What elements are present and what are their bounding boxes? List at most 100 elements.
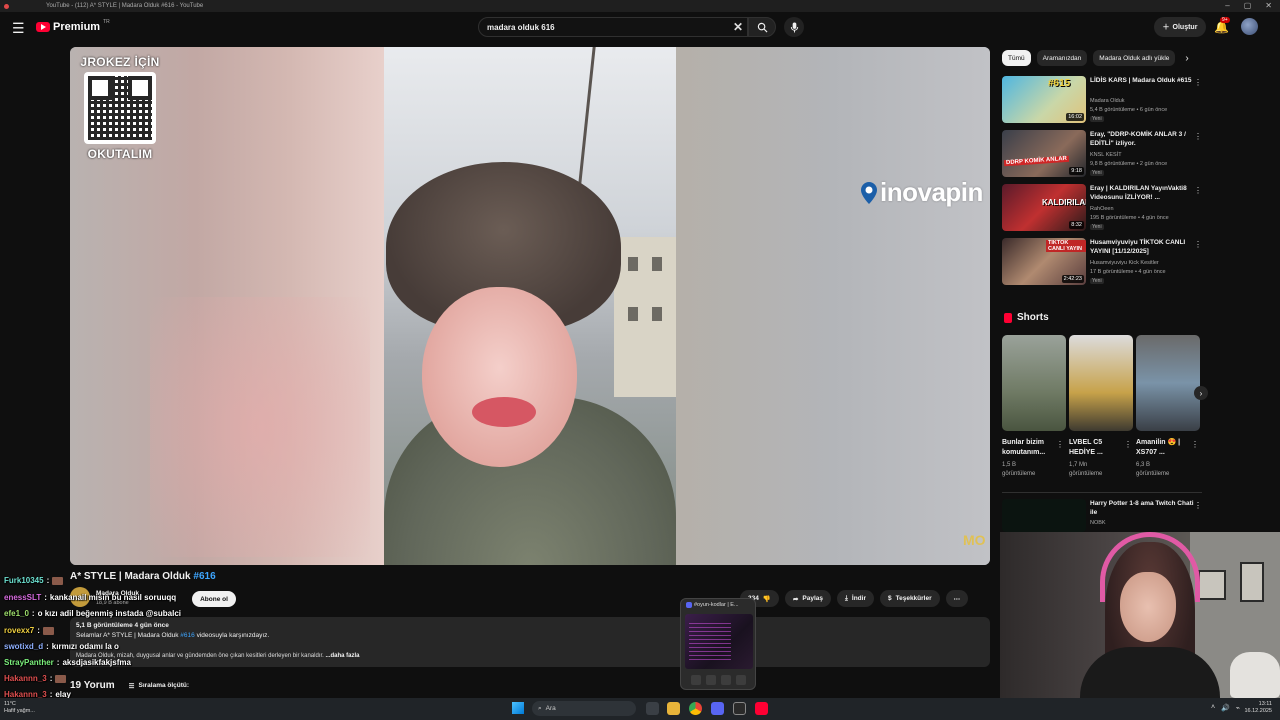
more-vert-icon[interactable]: ⋮ bbox=[1194, 240, 1202, 249]
chat-text: kırmızı odamı la o bbox=[51, 642, 119, 651]
new-badge: Yeni bbox=[1090, 170, 1104, 176]
file-explorer-icon[interactable] bbox=[667, 702, 680, 715]
close-window-icon[interactable]: ✕ bbox=[1265, 1, 1272, 10]
recommendation-item[interactable]: DDRP KOMİK ANLAR 9:18 Eray, "DDRP-KOMİK … bbox=[1002, 130, 1202, 178]
hamburger-menu-icon[interactable]: ☰ bbox=[12, 20, 25, 37]
video-actions: 234 👎 ➦ Paylaş ⤓ İndir $ Teşekkürler ⋯ bbox=[740, 590, 969, 607]
minimize-icon[interactable]: – bbox=[1225, 1, 1229, 10]
more-vert-icon[interactable]: ⋮ bbox=[1056, 440, 1064, 449]
short-views: 1,7 Mn görüntüleme bbox=[1069, 462, 1103, 477]
recommendation-item[interactable]: KALDIRILAN 8:32 Eray | KALDIRILAN YayınV… bbox=[1002, 184, 1202, 232]
create-button[interactable]: ＋ Oluştur bbox=[1154, 17, 1206, 37]
chat-text: o kızı adil beğenmiş instada @subalci bbox=[37, 609, 181, 618]
download-label: İndir bbox=[851, 595, 866, 602]
more-vert-icon[interactable]: ⋮ bbox=[1194, 78, 1202, 87]
shorts-title: Shorts bbox=[1017, 312, 1049, 323]
more-vert-icon[interactable]: ⋮ bbox=[1194, 186, 1202, 195]
video-title[interactable]: LİDİS KARS | Madara Olduk #615 bbox=[1090, 76, 1194, 85]
headphones-icon[interactable] bbox=[721, 675, 731, 685]
video-player[interactable]: JROKEZ İÇİN OKUTALIM inovapin MO bbox=[70, 47, 990, 565]
chat-username: rovexx7 bbox=[4, 626, 35, 635]
notifications-button[interactable]: 🔔 9+ bbox=[1214, 17, 1230, 34]
thanks-icon: $ bbox=[887, 595, 892, 602]
short-thumbnail[interactable] bbox=[1069, 335, 1133, 431]
app-icon[interactable] bbox=[733, 702, 746, 715]
video-thumbnail[interactable] bbox=[1002, 499, 1086, 532]
voice-search-button[interactable] bbox=[784, 17, 804, 37]
more-horiz-icon: ⋯ bbox=[953, 595, 961, 603]
channel-name[interactable]: Husamviyuviyu Kick Kesitler bbox=[1090, 259, 1159, 267]
video-thumbnail[interactable]: #615 16:02 bbox=[1002, 76, 1086, 123]
chip-channel-uploads[interactable]: Madara Olduk adlı yükle bbox=[1093, 50, 1176, 66]
recommendation-item[interactable]: #615 16:02 LİDİS KARS | Madara Olduk #61… bbox=[1002, 76, 1202, 124]
channel-name[interactable]: KNSL KESİT bbox=[1090, 151, 1122, 159]
short-title[interactable]: LVBEL C5 HEDİYE ... bbox=[1069, 438, 1123, 458]
chat-message: rovexx7: bbox=[4, 626, 57, 635]
short-title[interactable]: Amanilin 😍 | XS707 ... bbox=[1136, 438, 1190, 458]
share-button[interactable]: ➦ Paylaş bbox=[784, 590, 832, 607]
chat-message: efe1_0: o kızı adil beğenmiş instada @sub… bbox=[4, 609, 181, 618]
wall-picture bbox=[1240, 562, 1264, 602]
tab-title[interactable]: YouTube - (112) A* STYLE | Madara Olduk … bbox=[46, 3, 203, 9]
video-thumbnail[interactable]: DDRP KOMİK ANLAR 9:18 bbox=[1002, 130, 1086, 177]
video-title[interactable]: Eray | KALDIRILAN YayınVakti8 Videosunu … bbox=[1090, 184, 1194, 202]
task-view-icon[interactable] bbox=[646, 702, 659, 715]
recommendation-item[interactable]: Harry Potter 1-8 ama Twitch Chati ile NO… bbox=[1002, 499, 1202, 532]
youtube-play-icon bbox=[36, 22, 50, 32]
video-thumbnail[interactable]: TIKTOK CANLI YAYIN 2:42:23 bbox=[1002, 238, 1086, 285]
clear-search-icon[interactable]: ✕ bbox=[733, 20, 743, 34]
discord-icon[interactable] bbox=[711, 702, 724, 715]
windows-start-icon[interactable] bbox=[512, 702, 524, 714]
video-title[interactable]: Eray, "DDRP-KOMİK ANLAR 3 / EDİTLİ" izli… bbox=[1090, 130, 1194, 148]
short-thumbnail[interactable] bbox=[1002, 335, 1066, 431]
weather-widget[interactable]: 11°C Hafif yağm... bbox=[4, 701, 35, 715]
dislike-icon[interactable]: 👎 bbox=[763, 595, 771, 603]
youtube-app-icon[interactable] bbox=[755, 702, 768, 715]
short-title[interactable]: Bunlar bizim komutanım... bbox=[1002, 438, 1056, 458]
show-more-link[interactable]: ...daha fazla bbox=[325, 653, 359, 659]
search-button[interactable] bbox=[748, 17, 776, 37]
more-vert-icon[interactable]: ⋮ bbox=[1191, 440, 1199, 449]
discord-preview-popup[interactable]: #oyun-kodlar | E... bbox=[680, 598, 756, 690]
video-thumbnail[interactable]: KALDIRILAN 8:32 bbox=[1002, 184, 1086, 231]
thanks-button[interactable]: $ Teşekkürler bbox=[879, 590, 940, 607]
more-vert-icon[interactable]: ⋮ bbox=[1194, 132, 1202, 141]
video-duration: 9:18 bbox=[1069, 167, 1084, 175]
chrome-icon[interactable] bbox=[689, 702, 702, 715]
clock[interactable]: 13:11 16.12.2025 bbox=[1244, 701, 1272, 715]
taskbar-search[interactable]: ⌕ Ara bbox=[532, 701, 636, 716]
network-icon[interactable]: ⌁ bbox=[1236, 704, 1240, 712]
popup-thumbnail[interactable] bbox=[685, 614, 753, 669]
chip-all[interactable]: Tümü bbox=[1002, 50, 1031, 66]
video-title[interactable]: Husamviyuviyu TİKTOK CANLI YAYINI [11/12… bbox=[1090, 238, 1194, 256]
channel-name[interactable]: NOBK bbox=[1090, 520, 1106, 526]
video-title[interactable]: Harry Potter 1-8 ama Twitch Chati ile bbox=[1090, 499, 1194, 517]
popup-title: #oyun-kodlar | E... bbox=[686, 602, 739, 608]
hangup-icon[interactable] bbox=[736, 675, 746, 685]
short-thumbnail[interactable] bbox=[1136, 335, 1200, 431]
building bbox=[614, 237, 676, 397]
channel-name[interactable]: Madara Olduk bbox=[1090, 97, 1125, 105]
new-badge: Yeni bbox=[1090, 224, 1104, 230]
chevron-up-icon[interactable]: ˄ bbox=[1211, 704, 1215, 712]
youtube-logo[interactable]: Premium TR bbox=[36, 19, 110, 33]
channel-name[interactable]: RahOeen bbox=[1090, 205, 1114, 213]
video-meta: 195 B görüntüleme • 4 gün önce bbox=[1090, 215, 1169, 221]
video-blur-right bbox=[676, 47, 990, 565]
more-vert-icon[interactable]: ⋮ bbox=[1194, 501, 1202, 510]
more-vert-icon[interactable]: ⋮ bbox=[1124, 440, 1132, 449]
top-bar: ☰ Premium TR madara olduk 616 ✕ ＋ Oluştu… bbox=[0, 12, 1280, 44]
speaker-icon[interactable]: 🔊 bbox=[1221, 704, 1230, 712]
chat-username: enessSLT bbox=[4, 593, 42, 602]
camera-icon[interactable] bbox=[691, 675, 701, 685]
chevron-right-icon[interactable]: › bbox=[1185, 53, 1188, 64]
account-avatar[interactable] bbox=[1241, 18, 1258, 35]
recommendation-item[interactable]: TIKTOK CANLI YAYIN 2:42:23 Husamviyuviyu… bbox=[1002, 238, 1202, 286]
microphone-icon[interactable] bbox=[706, 675, 716, 685]
search-input[interactable]: madara olduk 616 ✕ bbox=[478, 17, 748, 37]
shorts-next-button[interactable]: › bbox=[1194, 386, 1208, 400]
more-actions-button[interactable]: ⋯ bbox=[945, 590, 969, 607]
maximize-icon[interactable]: ▢ bbox=[1244, 1, 1252, 10]
download-button[interactable]: ⤓ İndir bbox=[837, 590, 874, 607]
chip-from-search[interactable]: Aramanızdan bbox=[1036, 50, 1088, 66]
